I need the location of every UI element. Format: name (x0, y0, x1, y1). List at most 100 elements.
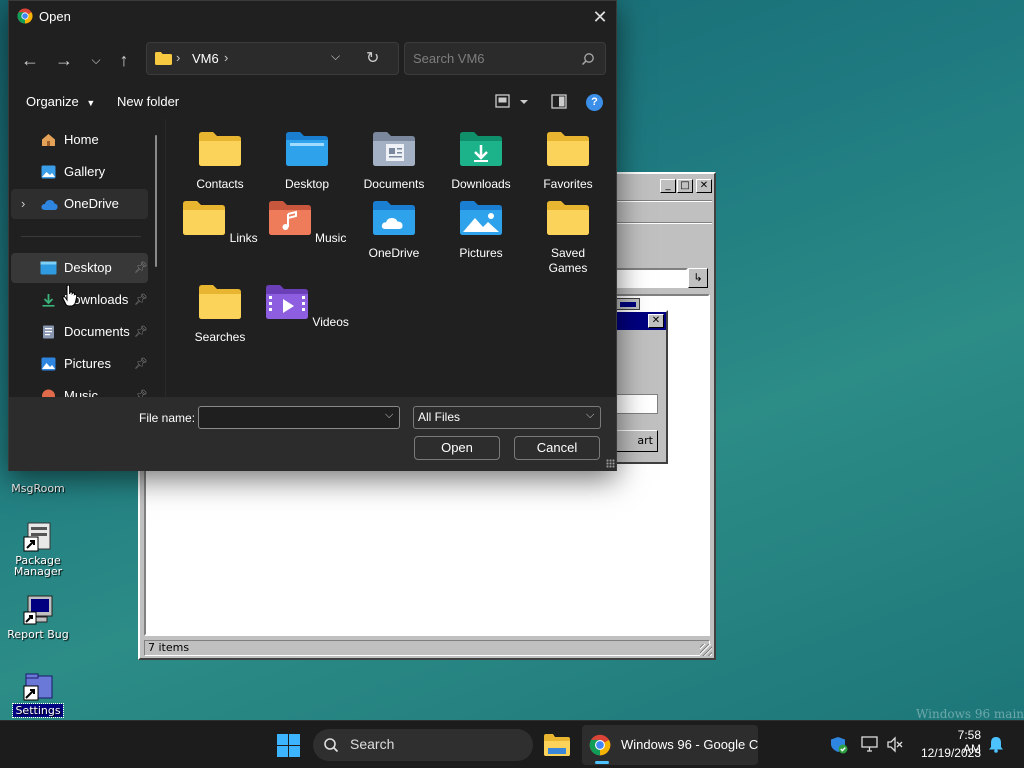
documents-icon (43, 325, 54, 339)
new-folder-button[interactable]: New folder (117, 94, 179, 109)
navigation-bar: ← → ⌵ ↑ › VM6 › ⌵ ↻ Search VM6 (9, 33, 616, 85)
windows-start-icon[interactable] (277, 734, 300, 757)
security-tray-icon[interactable] (830, 736, 848, 754)
documents-folder-icon (373, 132, 415, 166)
folder-label: Links (229, 231, 258, 245)
nav-item-home[interactable]: Home (11, 125, 148, 155)
folder-searches[interactable]: Searches (178, 284, 262, 345)
folder-favorites[interactable]: Favorites (526, 131, 610, 192)
file-explorer-taskbar-icon[interactable] (544, 734, 570, 756)
nav-item-label: Pictures (64, 356, 111, 371)
nav-item-desktop[interactable]: Desktop 📌︎ (11, 253, 148, 283)
active-indicator (595, 761, 609, 764)
file-type-select[interactable]: All Files ⌵ (413, 406, 601, 429)
open-button[interactable]: Open (414, 436, 500, 460)
search-icon (323, 737, 339, 753)
folder-label: Pictures (459, 246, 503, 260)
nav-item-gallery[interactable]: Gallery (11, 157, 148, 187)
maximize-button[interactable]: □ (677, 179, 693, 193)
volume-muted-tray-icon[interactable] (886, 736, 904, 753)
pane-divider (165, 119, 166, 397)
folder-onedrive[interactable]: OneDrive (352, 200, 436, 261)
nav-item-pictures[interactable]: Pictures 📌︎ (11, 349, 148, 379)
chevron-down-icon[interactable]: ⌵ (385, 409, 393, 422)
report-bug-icon (22, 594, 54, 626)
desktop-folder-icon (286, 132, 328, 166)
chevron-right-icon[interactable]: › (21, 189, 25, 219)
preview-pane-icon[interactable] (551, 94, 567, 109)
folder-label: Favorites (543, 177, 593, 191)
nav-item-label: OneDrive (64, 196, 119, 211)
folder-label: Contacts (196, 177, 244, 191)
nav-item-onedrive[interactable]: › OneDrive (11, 189, 148, 219)
address-bar[interactable]: › VM6 › ⌵ ↻ (146, 42, 399, 75)
minimize-button[interactable]: _ (660, 179, 676, 193)
organize-button[interactable]: Organize ▼ (26, 94, 95, 109)
clock-date[interactable]: 12/19/2023 (914, 746, 981, 760)
desktop-icon-settings[interactable]: Settings (3, 670, 73, 718)
folder-downloads[interactable]: Downloads (439, 131, 523, 192)
go-button[interactable]: ↳ (688, 268, 708, 288)
back-button[interactable]: ← (17, 47, 43, 73)
file-name-panel: File name: ⌵ All Files ⌵ Open Cancel (9, 397, 616, 471)
desktop-icon (40, 261, 57, 275)
command-bar: Organize ▼ New folder ? (9, 85, 616, 119)
folder-pictures[interactable]: Pictures (439, 200, 523, 261)
nav-item-label: Documents (64, 324, 130, 339)
close-button[interactable]: ✕ (587, 5, 613, 29)
desktop-icon-label: MsgRoom (11, 482, 65, 495)
folder-saved-games[interactable]: Saved Games (526, 200, 610, 276)
folder-contacts[interactable]: Contacts (178, 131, 262, 192)
nav-item-downloads[interactable]: Downloads 📌︎ (11, 285, 148, 315)
nav-item-label: Desktop (64, 260, 112, 275)
taskbar-search-box[interactable]: Search (313, 729, 533, 761)
desktop-icon-report-bug[interactable]: Report Bug (3, 594, 73, 641)
dialog-button[interactable]: art (616, 430, 658, 452)
recent-locations-button[interactable]: ⌵ (83, 47, 109, 73)
address-history-dropdown[interactable]: ⌵ (331, 49, 340, 64)
chrome-taskbar-label: Windows 96 - Google C (621, 737, 759, 752)
desktop-icon-package-manager[interactable]: Package Manager (3, 521, 73, 577)
nav-item-documents[interactable]: Documents 📌︎ (11, 317, 148, 347)
nav-item-label: Home (64, 132, 99, 147)
refresh-icon[interactable]: ↻ (366, 48, 379, 68)
nav-scrollbar[interactable] (155, 135, 157, 267)
network-tray-icon[interactable] (861, 736, 879, 753)
close-button[interactable]: ✕ (648, 314, 664, 328)
folder-videos[interactable]: Videos (265, 284, 349, 330)
pictures-folder-icon (460, 201, 502, 235)
file-type-value: All Files (418, 410, 461, 424)
address-segment[interactable]: VM6 (192, 51, 219, 66)
view-options-button[interactable] (495, 94, 531, 110)
pictures-icon (41, 357, 56, 371)
dialog-input[interactable] (616, 394, 658, 414)
file-name-field[interactable]: ⌵ (198, 406, 400, 429)
folder-documents[interactable]: Documents (352, 131, 436, 192)
folder-desktop[interactable]: Desktop (265, 131, 349, 192)
downloads-icon (42, 294, 55, 307)
folder-links[interactable]: Links (178, 200, 262, 246)
pin-icon[interactable]: 📌︎ (134, 349, 148, 379)
close-button[interactable]: ✕ (696, 179, 712, 193)
help-icon[interactable]: ? (586, 94, 603, 111)
folder-icon (155, 52, 172, 65)
folder-label: OneDrive (368, 246, 420, 260)
pin-icon[interactable]: 📌︎ (134, 381, 148, 397)
notification-bell-icon[interactable] (988, 736, 1004, 753)
chevron-right-icon: › (224, 50, 229, 65)
cancel-button[interactable]: Cancel (514, 436, 600, 460)
pin-icon[interactable]: 📌︎ (134, 285, 148, 315)
folder-music[interactable]: Music (265, 200, 349, 246)
pin-icon[interactable]: 📌︎ (134, 253, 148, 283)
folder-label: Searches (194, 330, 246, 344)
search-box[interactable]: Search VM6 (404, 42, 606, 75)
onedrive-icon (41, 200, 58, 210)
nav-item-label: Gallery (64, 164, 106, 179)
up-button[interactable]: ↑ (111, 47, 137, 73)
chrome-taskbar-button[interactable]: Windows 96 - Google C (582, 725, 758, 765)
search-input[interactable]: Search VM6 (413, 51, 485, 66)
pin-icon[interactable]: 📌︎ (134, 317, 148, 347)
nav-item-music[interactable]: Music 📌︎ (11, 381, 148, 397)
forward-button[interactable]: → (51, 47, 77, 73)
resize-grip-icon[interactable] (606, 459, 615, 468)
